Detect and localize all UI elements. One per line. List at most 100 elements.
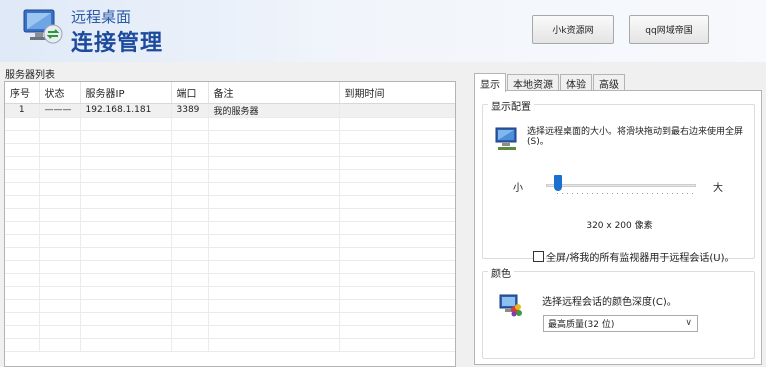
cell-port: 3389 (171, 103, 209, 118)
cell-empty (208, 273, 340, 287)
table-row-empty (5, 338, 455, 352)
cell-empty (339, 208, 455, 222)
cell-empty (208, 286, 340, 300)
cell-empty (5, 221, 40, 235)
cell-empty (39, 338, 81, 352)
cell-empty (171, 117, 209, 131)
remote-desktop-logo-icon (23, 9, 63, 44)
cell-empty (339, 312, 455, 326)
server-list-table[interactable]: 序号 状态 服务器IP 端口 备注 到期时间 1 ——— 192.168.1.1… (4, 81, 456, 367)
cell-empty (208, 221, 340, 235)
cell-empty (39, 286, 81, 300)
cell-empty (208, 156, 340, 170)
cell-empty (208, 325, 340, 339)
cell-empty (5, 260, 40, 274)
fullscreen-option[interactable]: 全屏/将我的所有监视器用于远程会话(U)。 (533, 249, 735, 264)
cell-empty (80, 117, 172, 131)
cell-empty (80, 299, 172, 313)
cell-empty (80, 234, 172, 248)
col-header-ip[interactable]: 服务器IP (80, 82, 172, 104)
cell-empty (39, 260, 81, 274)
col-header-note[interactable]: 备注 (208, 82, 340, 104)
cell-empty (171, 273, 209, 287)
cell-empty (5, 182, 40, 196)
qq-domain-button[interactable]: qq网域帝国 (629, 15, 709, 44)
cell-empty (171, 247, 209, 261)
cell-empty (80, 247, 172, 261)
fullscreen-checkbox-label: 全屏/将我的所有监视器用于远程会话(U)。 (546, 253, 735, 264)
slider-track[interactable] (546, 184, 696, 187)
cell-empty (339, 221, 455, 235)
cell-empty (5, 299, 40, 313)
col-header-index[interactable]: 序号 (5, 82, 40, 104)
cell-empty (5, 247, 40, 261)
cell-empty (208, 247, 340, 261)
cell-empty (5, 195, 40, 209)
cell-empty (39, 299, 81, 313)
table-row-empty (5, 208, 455, 222)
cell-empty (208, 208, 340, 222)
table-row-empty (5, 325, 455, 339)
table-row-empty (5, 286, 455, 300)
cell-empty (171, 312, 209, 326)
resource-site-button[interactable]: 小k资源网 (532, 15, 614, 44)
cell-empty (208, 299, 340, 313)
color-group: 颜色 选择远程会话的颜色深度(C)。 最高质量(32 位) ∨ (482, 265, 755, 359)
cell-empty (171, 143, 209, 157)
table-row[interactable]: 1 ——— 192.168.1.181 3389 我的服务器 (5, 103, 455, 118)
cell-empty (39, 169, 81, 183)
cell-empty (171, 234, 209, 248)
table-row-empty (5, 195, 455, 209)
cell-empty (5, 273, 40, 287)
color-depth-icon (499, 294, 522, 317)
cell-empty (80, 208, 172, 222)
cell-empty (80, 143, 172, 157)
cell-empty (339, 169, 455, 183)
cell-empty (39, 195, 81, 209)
table-row-empty (5, 182, 455, 196)
cell-empty (5, 169, 40, 183)
cell-empty (208, 234, 340, 248)
cell-empty (339, 130, 455, 144)
app-title: 连接管理 (71, 31, 164, 56)
slider-thumb[interactable] (554, 175, 562, 191)
cell-empty (39, 208, 81, 222)
cell-empty (39, 221, 81, 235)
cell-empty (339, 273, 455, 287)
col-header-port[interactable]: 端口 (171, 82, 209, 104)
cell-empty (39, 130, 81, 144)
col-header-status[interactable]: 状态 (39, 82, 81, 104)
cell-empty (80, 195, 172, 209)
cell-empty (80, 286, 172, 300)
cell-empty (39, 156, 81, 170)
color-depth-select[interactable]: 最高质量(32 位) ∨ (543, 315, 698, 332)
cell-empty (5, 117, 40, 131)
monitor-icon (495, 127, 517, 150)
cell-empty (339, 286, 455, 300)
cell-empty (5, 325, 40, 339)
cell-empty (171, 208, 209, 222)
fullscreen-checkbox[interactable] (533, 251, 544, 262)
slider-ticks (557, 193, 693, 194)
server-grid: 序号 状态 服务器IP 端口 备注 到期时间 1 ——— 192.168.1.1… (5, 82, 455, 352)
cell-empty (339, 299, 455, 313)
table-row-empty (5, 117, 455, 131)
cell-empty (39, 247, 81, 261)
col-header-expire[interactable]: 到期时间 (339, 82, 455, 104)
cell-empty (5, 130, 40, 144)
cell-empty (208, 338, 340, 352)
tab-experience[interactable]: 体验 (560, 74, 592, 91)
cell-empty (171, 156, 209, 170)
display-config-group: 显示配置 选择远程桌面的大小。将滑块拖动到最右边来使用全屏(S)。 小 大 32… (482, 98, 755, 264)
tab-display[interactable]: 显示 (474, 73, 506, 92)
tab-advanced[interactable]: 高级 (593, 74, 625, 91)
cell-empty (5, 286, 40, 300)
cell-note: 我的服务器 (208, 103, 340, 118)
cell-empty (5, 156, 40, 170)
cell-empty (171, 182, 209, 196)
cell-empty (339, 325, 455, 339)
display-tab-panel: 显示配置 选择远程桌面的大小。将滑块拖动到最右边来使用全屏(S)。 小 大 32… (474, 90, 762, 365)
display-size-slider[interactable]: 小 大 (513, 175, 723, 195)
cell-empty (339, 260, 455, 274)
tab-local-resources[interactable]: 本地资源 (507, 74, 559, 91)
